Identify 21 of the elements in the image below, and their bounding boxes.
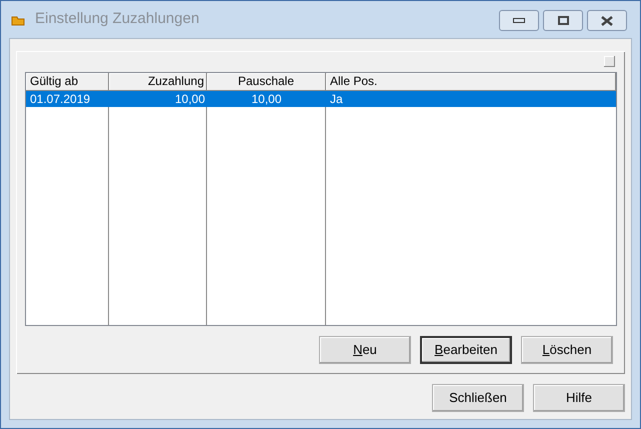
column-header[interactable]: Zuzahlung: [109, 73, 207, 91]
table-cell-text: Ja: [329, 91, 344, 107]
table-cell-text: 10,00: [174, 91, 206, 107]
maximize-button[interactable]: [543, 10, 583, 31]
action-button[interactable]: Löschen: [521, 336, 613, 364]
table-cell-text: 10,00: [250, 91, 283, 107]
column-header[interactable]: Gültig ab: [26, 73, 109, 91]
table-row[interactable]: 01.07.2019 10,00 10,00 Ja: [26, 91, 616, 107]
column-header[interactable]: Alle Pos.: [326, 73, 616, 91]
minimize-button[interactable]: [499, 10, 539, 31]
folder-icon: [11, 14, 25, 26]
table-cell-text: 01.07.2019: [29, 91, 92, 107]
action-button[interactable]: Bearbeiten: [420, 336, 512, 364]
dialog-button[interactable]: Hilfe: [533, 384, 625, 412]
close-button[interactable]: [587, 10, 627, 31]
resize-grip-icon: [604, 56, 615, 67]
window-title: Einstellung Zuzahlungen: [35, 9, 200, 30]
action-button[interactable]: Neu: [319, 336, 411, 364]
close-icon: [601, 16, 613, 26]
dialog-button[interactable]: Schließen: [432, 384, 524, 412]
column-header[interactable]: Pauschale: [207, 73, 326, 91]
